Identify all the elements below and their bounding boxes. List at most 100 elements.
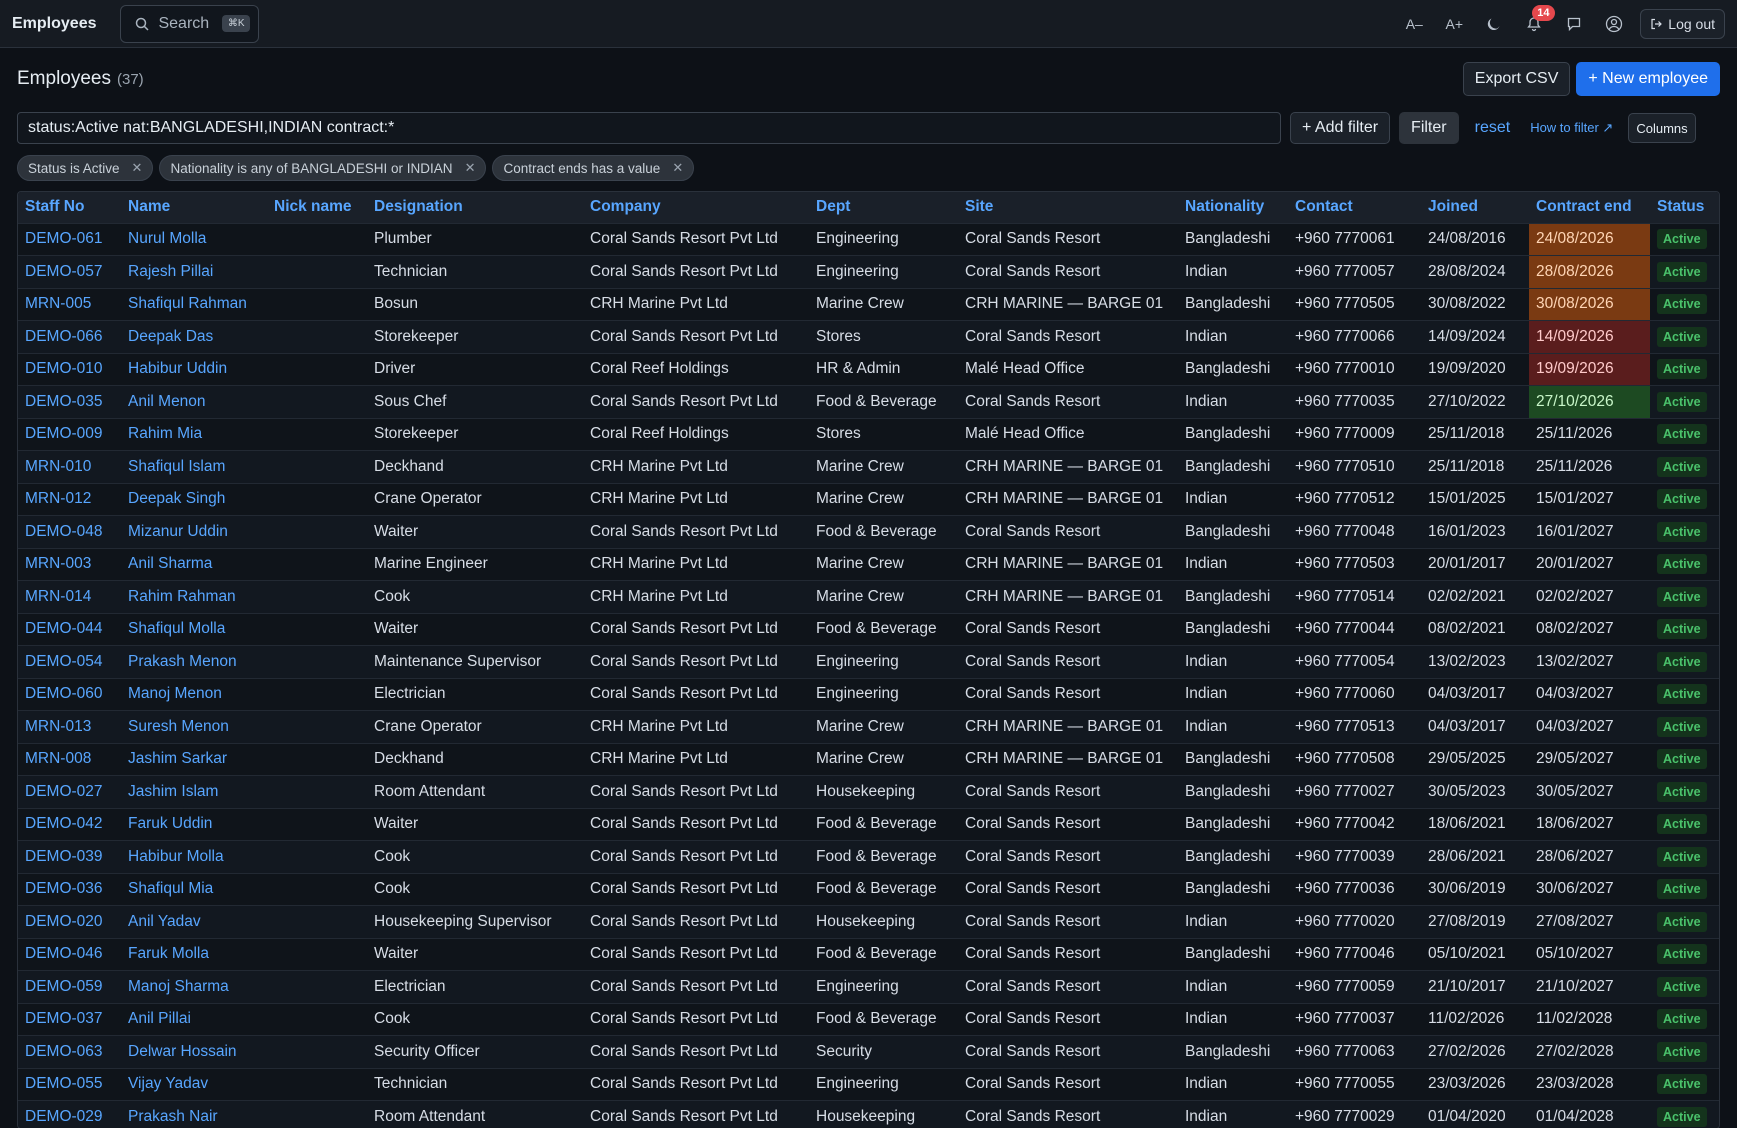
employee-name-link[interactable]: Jashim Islam	[121, 775, 267, 808]
how-to-filter-link[interactable]: How to filter ↗	[1530, 120, 1613, 136]
staff-no-link[interactable]: MRN-012	[18, 482, 121, 516]
staff-no-link[interactable]: DEMO-061	[18, 222, 121, 256]
staff-no-link[interactable]: DEMO-055	[18, 1067, 121, 1101]
table-row[interactable]: DEMO-020 Anil Yadav Housekeeping Superviso…	[18, 905, 1719, 938]
employee-name-link[interactable]: Habibur Molla	[121, 840, 267, 873]
search-button[interactable]: Search ⌘K	[120, 4, 260, 43]
font-decrease-button[interactable]: A–	[1398, 8, 1430, 40]
table-row[interactable]: MRN-014 Rahim Rahman Cook CRH Marine Pvt Lt…	[18, 580, 1719, 613]
table-row[interactable]: MRN-003 Anil Sharma Marine Engineer CRH Mar…	[18, 547, 1719, 581]
employee-name-link[interactable]: Faruk Molla	[121, 937, 267, 971]
column-header-designation[interactable]: Designation	[367, 192, 583, 223]
employee-name-link[interactable]: Faruk Uddin	[121, 807, 267, 841]
employee-name-link[interactable]: Manoj Menon	[121, 677, 267, 711]
table-row[interactable]: MRN-013 Suresh Menon Crane Operator CRH Mar…	[18, 710, 1719, 743]
add-filter-button[interactable]: + Add filter	[1290, 112, 1391, 144]
employee-name-link[interactable]: Deepak Das	[121, 320, 267, 353]
columns-button[interactable]: Columns	[1628, 113, 1696, 143]
staff-no-link[interactable]: DEMO-036	[18, 872, 121, 906]
table-row[interactable]: DEMO-059 Manoj Sharma Electrician Coral San…	[18, 970, 1719, 1003]
employee-name-link[interactable]: Shafiqul Molla	[121, 612, 267, 646]
staff-no-link[interactable]: DEMO-054	[18, 645, 121, 678]
employee-name-link[interactable]: Rahim Rahman	[121, 580, 267, 613]
table-row[interactable]: DEMO-066 Deepak Das Storekeeper Coral Sands…	[18, 320, 1719, 353]
employee-name-link[interactable]: Nurul Molla	[121, 222, 267, 256]
employee-name-link[interactable]: Rajesh Pillai	[121, 255, 267, 288]
employee-name-link[interactable]: Manoj Sharma	[121, 970, 267, 1003]
employee-name-link[interactable]: Anil Menon	[121, 385, 267, 418]
table-row[interactable]: DEMO-042 Faruk Uddin Waiter Coral Sands Res…	[18, 807, 1719, 841]
column-header-status[interactable]: Status	[1650, 192, 1719, 223]
column-header-name[interactable]: Name	[121, 192, 267, 223]
staff-no-link[interactable]: DEMO-066	[18, 320, 121, 353]
table-row[interactable]: DEMO-054 Prakash Menon Maintenance Supervi…	[18, 645, 1719, 678]
staff-no-link[interactable]: DEMO-046	[18, 937, 121, 971]
theme-toggle-button[interactable]	[1478, 8, 1510, 40]
export-csv-button[interactable]: Export CSV	[1462, 62, 1571, 96]
staff-no-link[interactable]: MRN-003	[18, 547, 121, 581]
profile-button[interactable]	[1598, 8, 1630, 40]
staff-no-link[interactable]: MRN-005	[18, 287, 121, 321]
table-row[interactable]: MRN-012 Deepak Singh Crane Operator CRH Mar…	[18, 482, 1719, 516]
table-row[interactable]: DEMO-027 Jashim Islam Room Attendant Coral …	[18, 775, 1719, 808]
staff-no-link[interactable]: DEMO-063	[18, 1035, 121, 1068]
filter-button[interactable]: Filter	[1399, 112, 1459, 144]
filter-query-input[interactable]: status:Active nat:BANGLADESHI,INDIAN con…	[17, 112, 1281, 144]
staff-no-link[interactable]: DEMO-027	[18, 775, 121, 808]
reset-link[interactable]: reset	[1475, 119, 1511, 137]
staff-no-link[interactable]: DEMO-059	[18, 970, 121, 1003]
staff-no-link[interactable]: DEMO-009	[18, 417, 121, 451]
employee-name-link[interactable]: Suresh Menon	[121, 710, 267, 743]
employee-name-link[interactable]: Anil Pillai	[121, 1002, 267, 1036]
staff-no-link[interactable]: DEMO-037	[18, 1002, 121, 1036]
table-row[interactable]: DEMO-055 Vijay Yadav Technician Coral Sands…	[18, 1067, 1719, 1101]
messages-button[interactable]	[1558, 8, 1590, 40]
column-header-nick-name[interactable]: Nick name	[267, 192, 367, 223]
table-row[interactable]: DEMO-039 Habibur Molla Cook Coral Sands Res…	[18, 840, 1719, 873]
column-header-staff-no[interactable]: Staff No	[18, 192, 121, 223]
table-row[interactable]: DEMO-009 Rahim Mia Storekeeper Coral Reef H…	[18, 417, 1719, 451]
table-row[interactable]: DEMO-063 Delwar Hossain Security Officer Co…	[18, 1035, 1719, 1068]
employee-name-link[interactable]: Habibur Uddin	[121, 352, 267, 386]
table-row[interactable]: DEMO-057 Rajesh Pillai Technician Coral San…	[18, 255, 1719, 288]
close-icon[interactable]: ✕	[132, 160, 143, 176]
staff-no-link[interactable]: DEMO-057	[18, 255, 121, 288]
table-row[interactable]: MRN-010 Shafiqul Islam Deckhand CRH Marine …	[18, 450, 1719, 483]
employee-name-link[interactable]: Shafiqul Rahman	[121, 287, 267, 321]
table-row[interactable]: MRN-008 Jashim Sarkar Deckhand CRH Marine P…	[18, 742, 1719, 776]
column-header-company[interactable]: Company	[583, 192, 809, 223]
staff-no-link[interactable]: DEMO-044	[18, 612, 121, 646]
staff-no-link[interactable]: MRN-008	[18, 742, 121, 776]
column-header-dept[interactable]: Dept	[809, 192, 958, 223]
employee-name-link[interactable]: Prakash Menon	[121, 645, 267, 678]
employee-name-link[interactable]: Jashim Sarkar	[121, 742, 267, 776]
column-header-contact[interactable]: Contact	[1288, 192, 1421, 223]
employee-name-link[interactable]: Anil Sharma	[121, 547, 267, 581]
staff-no-link[interactable]: DEMO-010	[18, 352, 121, 386]
staff-no-link[interactable]: DEMO-042	[18, 807, 121, 841]
table-row[interactable]: DEMO-035 Anil Menon Sous Chef Coral Sands R…	[18, 385, 1719, 418]
staff-no-link[interactable]: MRN-014	[18, 580, 121, 613]
table-row[interactable]: DEMO-037 Anil Pillai Cook Coral Sands Resor…	[18, 1002, 1719, 1036]
employee-name-link[interactable]: Shafiqul Islam	[121, 450, 267, 483]
staff-no-link[interactable]: DEMO-035	[18, 385, 121, 418]
employee-name-link[interactable]: Prakash Nair	[121, 1100, 267, 1128]
close-icon[interactable]: ✕	[672, 160, 683, 176]
staff-no-link[interactable]: DEMO-020	[18, 905, 121, 938]
staff-no-link[interactable]: MRN-013	[18, 710, 121, 743]
employee-name-link[interactable]: Mizanur Uddin	[121, 515, 267, 548]
notifications-button[interactable]: 14	[1518, 4, 1555, 40]
table-row[interactable]: DEMO-061 Nurul Molla Plumber Coral Sands Re…	[18, 222, 1719, 256]
font-increase-button[interactable]: A+	[1438, 8, 1470, 40]
table-row[interactable]: DEMO-048 Mizanur Uddin Waiter Coral Sands R…	[18, 515, 1719, 548]
staff-no-link[interactable]: DEMO-029	[18, 1100, 121, 1128]
staff-no-link[interactable]: DEMO-048	[18, 515, 121, 548]
table-row[interactable]: DEMO-029 Prakash Nair Room Attendant Coral …	[18, 1100, 1719, 1128]
table-row[interactable]: DEMO-046 Faruk Molla Waiter Coral Sands Res…	[18, 937, 1719, 971]
column-header-site[interactable]: Site	[958, 192, 1178, 223]
employee-name-link[interactable]: Deepak Singh	[121, 482, 267, 516]
column-header-contract-end[interactable]: Contract end	[1529, 192, 1650, 223]
close-icon[interactable]: ✕	[465, 160, 476, 176]
staff-no-link[interactable]: MRN-010	[18, 450, 121, 483]
employee-name-link[interactable]: Vijay Yadav	[121, 1067, 267, 1101]
